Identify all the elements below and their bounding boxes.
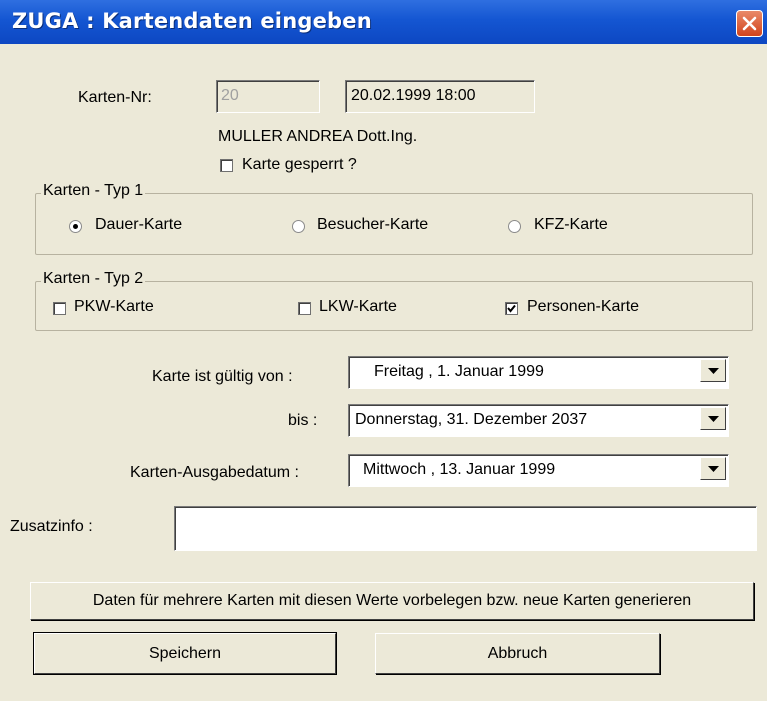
valid-until-value: Donnerstag, 31. Dezember 2037 (355, 411, 588, 428)
valid-until-dropdown-button[interactable] (700, 407, 726, 430)
card-type2-title: Karten - Typ 2 (41, 270, 146, 288)
card-type1-title: Karten - Typ 1 (41, 182, 146, 200)
cancel-button-label: Abbruch (487, 644, 548, 662)
generate-cards-button[interactable]: Daten für mehrere Karten mit diesen Wert… (30, 582, 754, 620)
close-icon (742, 16, 757, 31)
radio-besucher-karte-label[interactable]: Besucher-Karte (317, 216, 428, 234)
chevron-down-icon (708, 416, 719, 422)
radio-dauer-karte[interactable] (69, 220, 82, 233)
checkbox-personen-karte[interactable] (505, 302, 518, 315)
close-button[interactable] (736, 10, 763, 37)
title-bar[interactable]: ZUGA : Kartendaten eingeben (0, 0, 767, 44)
checkbox-personen-karte-label[interactable]: Personen-Karte (527, 298, 639, 316)
checkbox-lkw-karte-label[interactable]: LKW-Karte (319, 298, 397, 316)
radio-dauer-karte-label[interactable]: Dauer-Karte (95, 216, 182, 234)
card-holder-name: MULLER ANDREA Dott.Ing. (218, 128, 418, 145)
dialog-body: Karten-Nr: 20 20.02.1999 18:00 MULLER AN… (5, 44, 762, 701)
checkmark-icon (507, 304, 516, 313)
radio-kfz-karte-label[interactable]: KFZ-Karte (534, 216, 608, 234)
radio-besucher-karte[interactable] (292, 220, 305, 233)
card-timestamp-field: 20.02.1999 18:00 (345, 80, 535, 113)
cancel-button[interactable]: Abbruch (375, 633, 660, 674)
checkbox-pkw-karte-label[interactable]: PKW-Karte (74, 298, 154, 316)
card-number-label: Karten-Nr: (78, 89, 152, 106)
issue-date-label: Karten-Ausgabedatum : (130, 464, 299, 481)
valid-from-value: Freitag , 1. Januar 1999 (374, 363, 544, 380)
issue-date-dropdown-button[interactable] (700, 457, 726, 480)
valid-from-label: Karte ist gültig von : (152, 368, 293, 385)
checkbox-pkw-karte[interactable] (53, 302, 66, 315)
valid-until-label: bis : (288, 412, 318, 429)
window-title: ZUGA : Kartendaten eingeben (12, 9, 372, 33)
valid-from-datepicker[interactable]: Freitag , 1. Januar 1999 (348, 356, 729, 389)
card-number-field: 20 (216, 80, 320, 113)
save-button-label: Speichern (148, 644, 222, 662)
blocked-checkbox[interactable] (220, 159, 233, 172)
chevron-down-icon (708, 368, 719, 374)
radio-selected-dot (73, 224, 78, 229)
chevron-down-icon (708, 466, 719, 472)
card-timestamp-value: 20.02.1999 18:00 (351, 87, 476, 104)
extra-info-input[interactable] (174, 506, 757, 551)
generate-cards-button-label: Daten für mehrere Karten mit diesen Wert… (92, 592, 692, 609)
checkbox-lkw-karte[interactable] (298, 302, 311, 315)
valid-from-dropdown-button[interactable] (700, 359, 726, 382)
save-button[interactable]: Speichern (33, 632, 337, 675)
issue-date-datepicker[interactable]: Mittwoch , 13. Januar 1999 (348, 454, 729, 487)
valid-until-datepicker[interactable]: Donnerstag, 31. Dezember 2037 (348, 404, 729, 437)
issue-date-value: Mittwoch , 13. Januar 1999 (363, 461, 556, 478)
extra-info-label: Zusatzinfo : (10, 518, 93, 535)
dialog-window: ZUGA : Kartendaten eingeben Karten-Nr: 2… (0, 0, 767, 701)
radio-kfz-karte[interactable] (508, 220, 521, 233)
blocked-label: Karte gesperrt ? (242, 156, 357, 173)
card-number-value: 20 (221, 87, 239, 104)
